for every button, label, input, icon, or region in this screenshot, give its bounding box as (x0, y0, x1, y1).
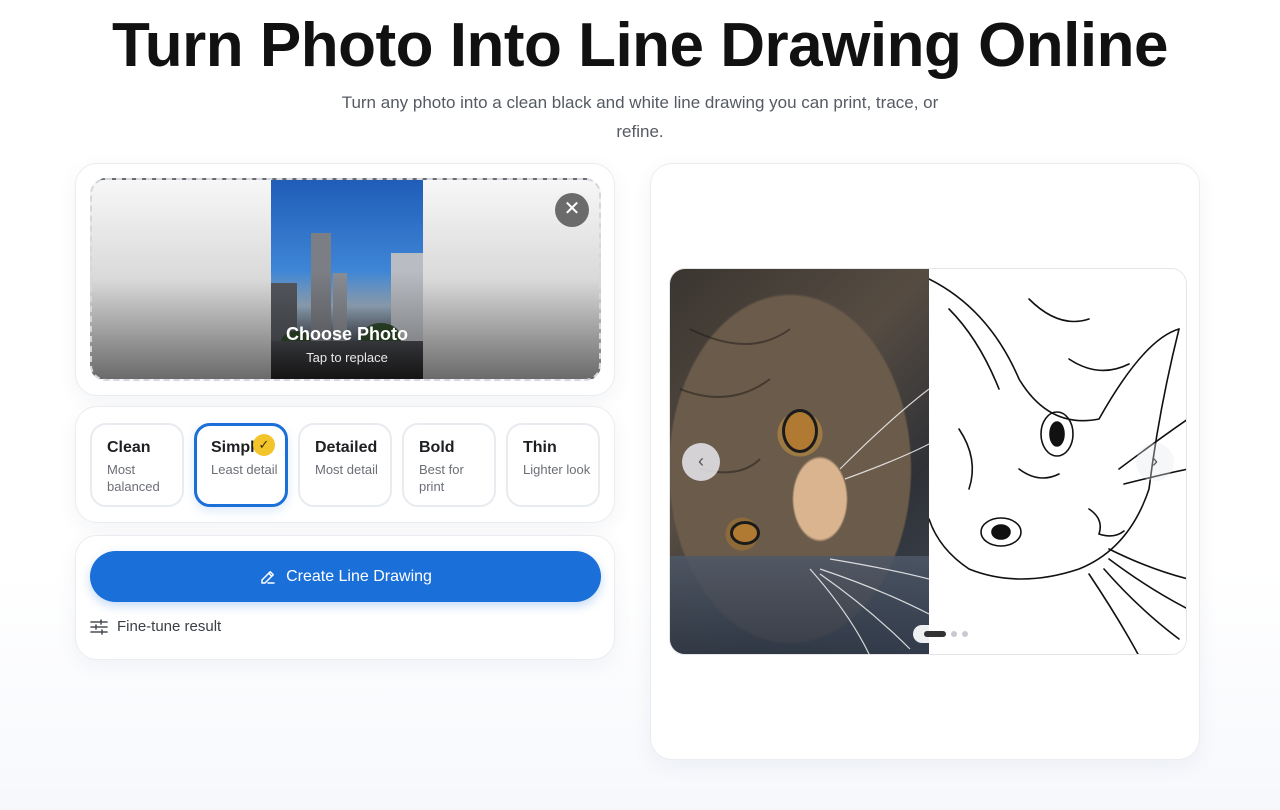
fine-tune-label: Fine-tune result (117, 618, 222, 635)
checkmark-icon: ✓ (253, 434, 275, 456)
close-icon[interactable]: ✕ (555, 193, 589, 227)
style-name: Detailed (315, 439, 378, 456)
upload-card: Choose Photo Tap to replace ✕ (75, 163, 615, 396)
pencil-icon (261, 570, 275, 584)
chevron-right-icon[interactable]: › (1136, 443, 1174, 481)
style-description: Lighter look (523, 462, 591, 477)
style-option-clean[interactable]: Clean Most balanced (90, 423, 184, 507)
style-description: Least detail (211, 462, 278, 477)
style-options-card: Clean Most balanced Simple Least detail … (75, 406, 615, 523)
photo-dropzone[interactable]: Choose Photo Tap to replace ✕ (90, 178, 601, 381)
style-description: Most detail (315, 462, 378, 477)
style-option-detailed[interactable]: Detailed Most detail (298, 423, 392, 507)
page-subtitle: Turn any photo into a clean black and wh… (341, 93, 939, 141)
slide-indicator (913, 625, 979, 643)
sliders-icon (90, 618, 108, 635)
style-option-bold[interactable]: Bold Best for print (402, 423, 496, 507)
chevron-left-icon[interactable]: ‹ (682, 443, 720, 481)
choose-photo-label[interactable]: Choose Photo (271, 324, 423, 345)
style-description: Most balanced (107, 462, 160, 494)
replace-hint: Tap to replace (306, 350, 388, 365)
slide-dot-1[interactable] (924, 631, 946, 637)
fine-tune-toggle[interactable]: Fine-tune result (90, 618, 221, 635)
action-card: Create Line Drawing Fine-tune result (75, 535, 615, 660)
uploaded-photo-thumbnail[interactable]: Choose Photo Tap to replace (271, 180, 423, 379)
create-line-drawing-button[interactable]: Create Line Drawing (90, 551, 601, 602)
style-option-simple[interactable]: Simple Least detail ✓ (194, 423, 288, 507)
style-option-thin[interactable]: Thin Lighter look (506, 423, 600, 507)
preview-card: ‹ › (650, 163, 1200, 760)
style-name: Bold (419, 439, 455, 456)
create-button-label: Create Line Drawing (286, 567, 432, 585)
style-name: Thin (523, 439, 557, 456)
slide-dot-2[interactable] (951, 631, 957, 637)
slide-dot-3[interactable] (962, 631, 968, 637)
style-description: Best for print (419, 462, 464, 494)
before-after-preview[interactable]: ‹ › (669, 268, 1187, 655)
page-title: Turn Photo Into Line Drawing Online (112, 11, 1168, 80)
style-name: Clean (107, 439, 151, 456)
